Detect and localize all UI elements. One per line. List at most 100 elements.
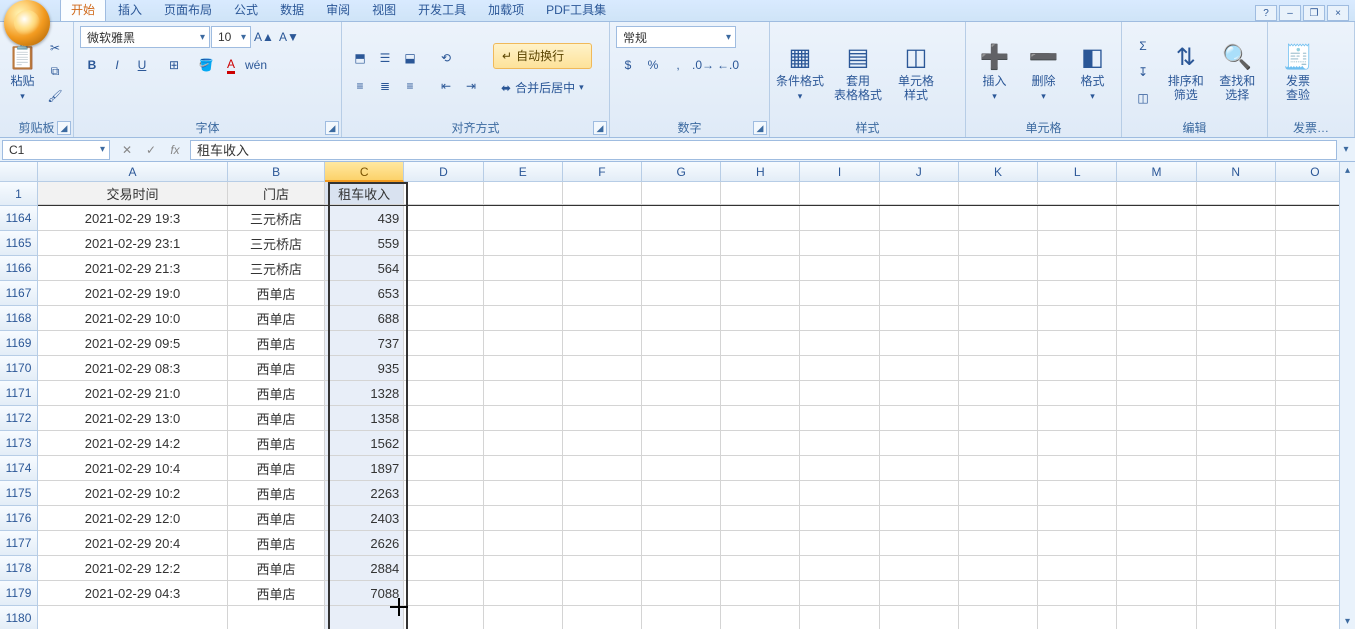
cell[interactable] [1117, 581, 1196, 606]
cell[interactable] [1117, 431, 1196, 456]
cancel-formula-button[interactable]: ✕ [116, 140, 138, 160]
cell[interactable] [721, 182, 800, 205]
cell[interactable] [325, 606, 404, 629]
cell[interactable]: 2021-02-29 13:0 [38, 406, 228, 431]
row-header[interactable]: 1180 [0, 606, 38, 629]
cell[interactable] [1038, 606, 1117, 629]
cell[interactable] [880, 306, 959, 331]
cell[interactable] [800, 481, 879, 506]
worksheet-grid[interactable]: ABCDEFGHIJKLMNO 111641165116611671168116… [0, 162, 1355, 629]
cell[interactable] [1117, 506, 1196, 531]
number-dialog-launcher[interactable]: ◢ [753, 121, 767, 135]
cell[interactable] [800, 581, 879, 606]
cell[interactable] [563, 206, 642, 231]
bold-button[interactable]: B [80, 54, 104, 76]
cell[interactable] [880, 556, 959, 581]
cell[interactable] [1117, 456, 1196, 481]
wrap-text-button[interactable]: ↵ 自动换行 [493, 43, 592, 69]
vertical-scrollbar[interactable]: ▴ ▾ [1339, 162, 1355, 629]
cell[interactable] [642, 481, 721, 506]
cell[interactable] [1197, 306, 1276, 331]
cell[interactable] [404, 182, 483, 205]
cell[interactable] [1117, 381, 1196, 406]
cell[interactable] [721, 481, 800, 506]
cell[interactable] [721, 556, 800, 581]
cell[interactable] [484, 481, 563, 506]
row-header[interactable]: 1166 [0, 256, 38, 281]
row-header[interactable]: 1170 [0, 356, 38, 381]
cell[interactable] [1038, 456, 1117, 481]
cell[interactable] [721, 256, 800, 281]
cell[interactable] [1197, 481, 1276, 506]
column-header-F[interactable]: F [563, 162, 642, 182]
conditional-formatting-button[interactable]: ▦ 条件格式 ▾ [776, 32, 824, 112]
cell[interactable] [404, 256, 483, 281]
cell[interactable] [1117, 306, 1196, 331]
cell[interactable]: 2021-02-29 23:1 [38, 231, 228, 256]
cell[interactable] [1197, 331, 1276, 356]
cell[interactable] [800, 331, 879, 356]
phonetic-button[interactable]: wén [244, 54, 268, 76]
office-button[interactable] [4, 0, 50, 46]
cell[interactable]: 2021-02-29 09:5 [38, 331, 228, 356]
cell[interactable] [800, 406, 879, 431]
cell[interactable]: 三元桥店 [228, 231, 325, 256]
cell[interactable] [642, 306, 721, 331]
cell[interactable] [404, 206, 483, 231]
cell[interactable] [484, 531, 563, 556]
cell[interactable] [800, 356, 879, 381]
currency-button[interactable]: $ [616, 54, 640, 76]
cell[interactable] [721, 331, 800, 356]
cell[interactable]: 西单店 [228, 306, 325, 331]
cell[interactable]: 西单店 [228, 531, 325, 556]
cell[interactable] [1197, 381, 1276, 406]
cell[interactable] [959, 206, 1038, 231]
cell[interactable] [484, 206, 563, 231]
tab-pdf-tools[interactable]: PDF工具集 [536, 0, 616, 21]
cell[interactable] [800, 306, 879, 331]
cell[interactable] [800, 182, 879, 205]
cell[interactable]: 西单店 [228, 431, 325, 456]
cell[interactable] [959, 182, 1038, 205]
align-bottom-button[interactable]: ⬓ [398, 47, 422, 69]
cell[interactable]: 2021-02-29 20:4 [38, 531, 228, 556]
row-header[interactable]: 1165 [0, 231, 38, 256]
cell[interactable] [484, 331, 563, 356]
cell[interactable] [1038, 182, 1117, 205]
cell[interactable] [563, 481, 642, 506]
cell[interactable] [1038, 406, 1117, 431]
cell[interactable] [404, 381, 483, 406]
decrease-indent-button[interactable]: ⇤ [434, 75, 458, 97]
cell[interactable]: 2263 [325, 481, 404, 506]
cell[interactable] [484, 281, 563, 306]
clipboard-dialog-launcher[interactable]: ◢ [57, 121, 71, 135]
cell[interactable] [1038, 281, 1117, 306]
cell[interactable]: 西单店 [228, 406, 325, 431]
cell[interactable] [1117, 606, 1196, 629]
cell[interactable] [721, 356, 800, 381]
cell[interactable] [721, 231, 800, 256]
cell[interactable]: 2021-02-29 21:3 [38, 256, 228, 281]
cell[interactable] [404, 456, 483, 481]
column-header-E[interactable]: E [484, 162, 563, 182]
cell[interactable] [404, 581, 483, 606]
restore-button[interactable]: ❐ [1303, 5, 1325, 21]
cell[interactable] [228, 606, 325, 629]
cell[interactable] [1117, 481, 1196, 506]
cell[interactable] [404, 531, 483, 556]
cell[interactable] [642, 381, 721, 406]
column-header-I[interactable]: I [800, 162, 879, 182]
cell[interactable] [642, 231, 721, 256]
cell[interactable]: 西单店 [228, 581, 325, 606]
cell[interactable] [404, 231, 483, 256]
cell[interactable] [1197, 356, 1276, 381]
cell[interactable] [880, 506, 959, 531]
grow-font-button[interactable]: A▲ [252, 26, 276, 48]
row-header[interactable]: 1164 [0, 206, 38, 231]
cell[interactable] [404, 281, 483, 306]
tab-developer[interactable]: 开发工具 [408, 0, 476, 21]
cell[interactable]: 2021-02-29 21:0 [38, 381, 228, 406]
cell[interactable] [1038, 531, 1117, 556]
cell[interactable] [642, 331, 721, 356]
cell[interactable]: 2021-02-29 10:4 [38, 456, 228, 481]
